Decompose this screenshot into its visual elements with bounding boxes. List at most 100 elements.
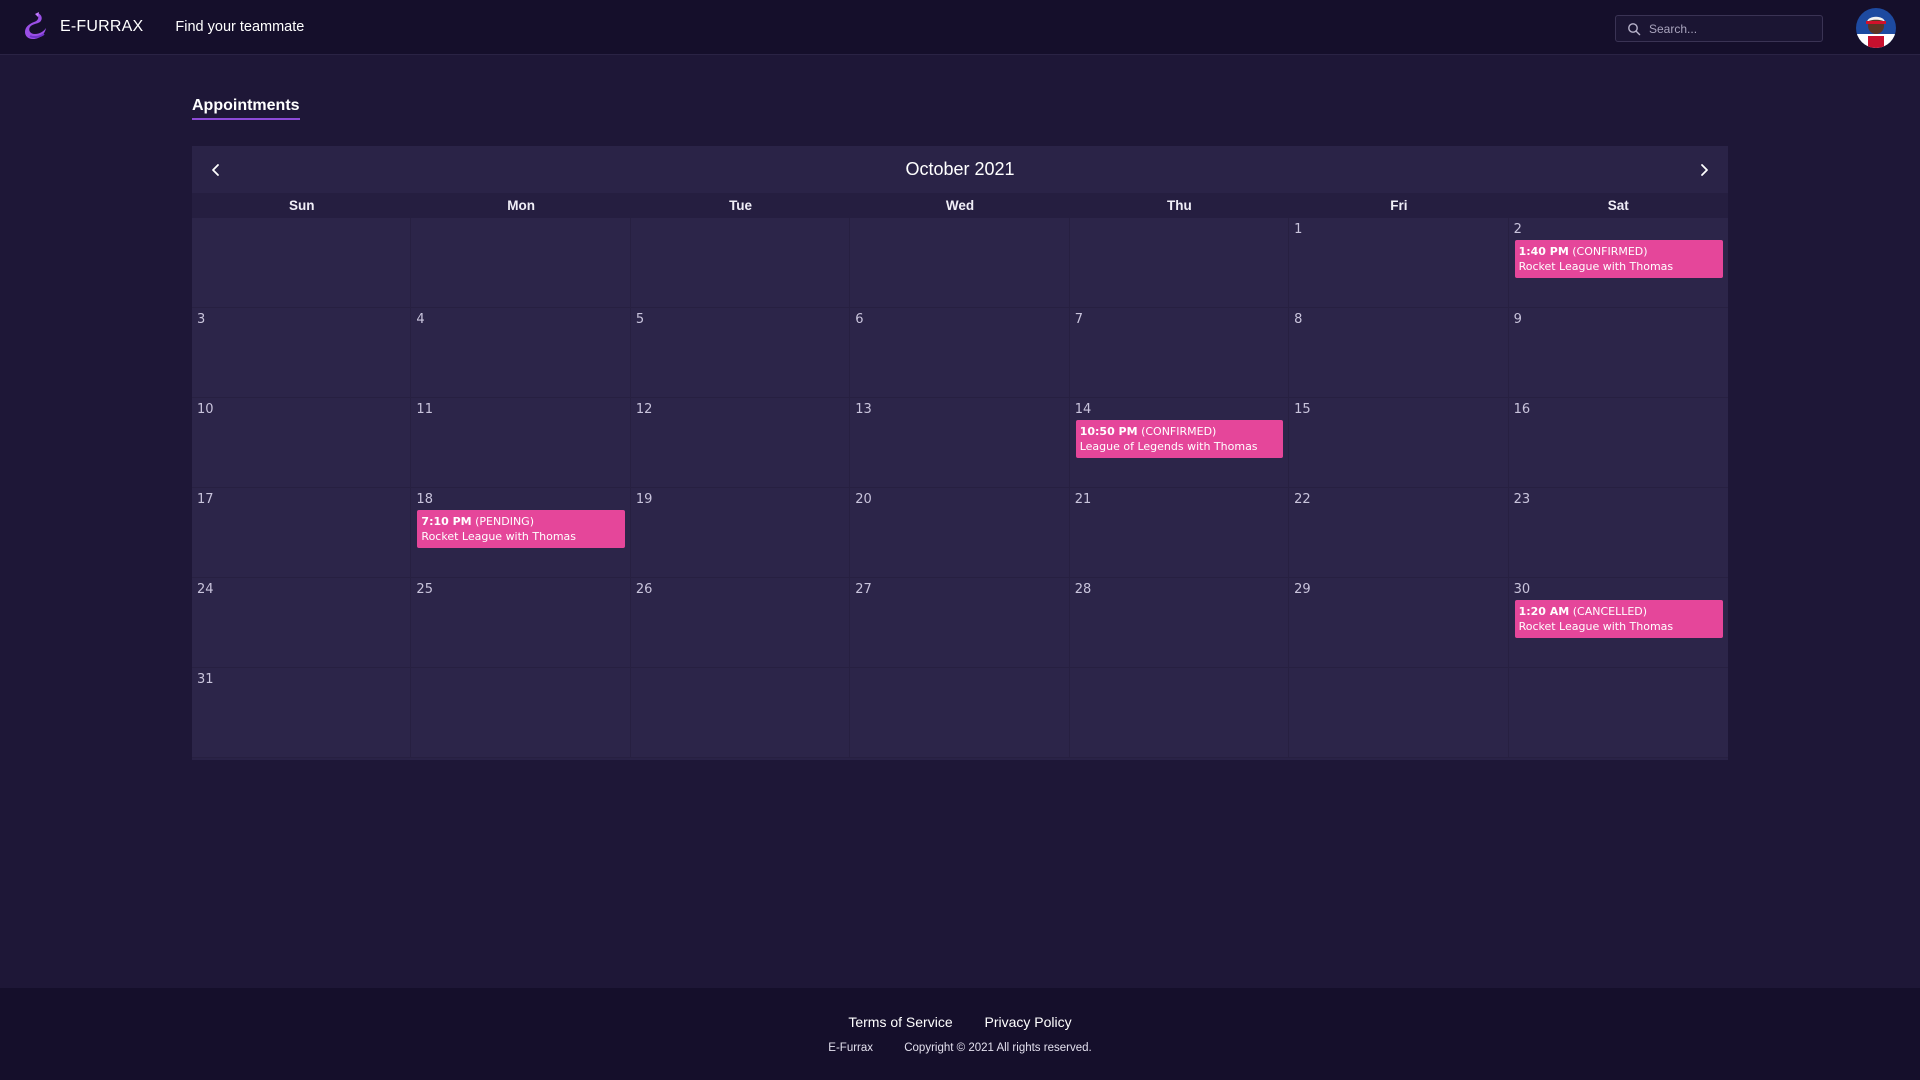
search-box[interactable] [1615, 15, 1823, 42]
calendar-day-27[interactable]: 27 [850, 578, 1070, 668]
event-status: (CONFIRMED) [1572, 245, 1648, 258]
day-number: 6 [855, 312, 864, 327]
calendar-day-9[interactable]: 9 [1508, 308, 1728, 398]
copyright-text: Copyright © 2021 All rights reserved. [904, 1042, 1092, 1054]
day-number: 3 [197, 312, 206, 327]
calendar-day-20[interactable]: 20 [850, 488, 1070, 578]
calendar-day-25[interactable]: 25 [411, 578, 631, 668]
day-number: 27 [855, 582, 872, 597]
calendar-day-10[interactable]: 10 [192, 398, 412, 488]
page-title: Appointments [192, 97, 300, 120]
weekday-label: Fri [1390, 198, 1408, 213]
day-number: 28 [1074, 582, 1092, 597]
day-number: 19 [635, 492, 653, 507]
calendar: October 2021 Sun Mon Tue Wed Thu Fri Sat 1 2 1:4… [192, 146, 1728, 760]
day-number: 15 [1294, 402, 1311, 417]
calendar-day-16[interactable]: 16 [1508, 398, 1728, 488]
calendar-day-5[interactable]: 5 [630, 308, 851, 398]
event-status: (CONFIRMED) [1141, 425, 1217, 438]
calendar-day-empty [1508, 668, 1728, 758]
calendar-day-17[interactable]: 17 [192, 488, 412, 578]
day-number: 10 [197, 402, 214, 417]
day-number: 9 [1513, 312, 1522, 327]
calendar-day-empty [192, 218, 412, 308]
weekday-label: Wed [945, 198, 975, 213]
day-number: 30 [1513, 582, 1531, 597]
day-number: 12 [635, 402, 653, 417]
weekday-label: Sun [288, 198, 315, 213]
appointment-event[interactable]: 1:20 AM (CANCELLED) Rocket League with Th… [1514, 600, 1723, 638]
next-month-button[interactable] [1694, 160, 1714, 180]
calendar-day-4[interactable]: 4 [411, 308, 631, 398]
privacy-policy-link[interactable]: Privacy Policy [985, 1014, 1072, 1030]
day-number: 8 [1294, 312, 1303, 327]
event-title: Rocket League with Thomas [421, 530, 577, 543]
event-title: Rocket League with Thomas [1518, 620, 1674, 633]
calendar-day-7[interactable]: 7 [1069, 308, 1290, 398]
search-input[interactable] [1649, 21, 1819, 36]
calendar-day-empty [630, 218, 851, 308]
day-number: 14 [1074, 402, 1092, 417]
user-avatar[interactable] [1856, 8, 1896, 48]
calendar-month-label: October 2021 [905, 159, 1015, 179]
calendar-day-31[interactable]: 31 [192, 668, 412, 758]
calendar-day-6[interactable]: 6 [850, 308, 1070, 398]
calendar-day-30[interactable]: 30 1:20 AM (CANCELLED) Rocket League with … [1508, 578, 1728, 668]
calendar-day-empty [1069, 218, 1290, 308]
calendar-day-empty [411, 218, 631, 308]
calendar-day-21[interactable]: 21 [1069, 488, 1290, 578]
calendar-day-19[interactable]: 19 [630, 488, 851, 578]
event-time: 1:40 PM [1518, 245, 1569, 258]
calendar-day-1[interactable]: 1 [1289, 218, 1509, 308]
search-icon [1628, 22, 1641, 35]
calendar-header: October 2021 [192, 146, 1728, 194]
day-number: 21 [1074, 492, 1092, 507]
appointment-event[interactable]: 1:40 PM (CONFIRMED) Rocket League with Th… [1514, 240, 1723, 278]
day-number: 20 [855, 492, 872, 507]
calendar-day-13[interactable]: 13 [850, 398, 1070, 488]
calendar-day-3[interactable]: 3 [192, 308, 412, 398]
weekday-header: Sun Mon Tue Wed Thu Fri Sat [192, 194, 1728, 218]
calendar-day-24[interactable]: 24 [192, 578, 412, 668]
day-number: 23 [1513, 492, 1531, 507]
calendar-day-23[interactable]: 23 [1508, 488, 1728, 578]
appointment-event[interactable]: 10:50 PM (CONFIRMED) League of Legends wi… [1075, 420, 1284, 458]
weekday-label: Sat [1607, 198, 1629, 213]
calendar-day-2[interactable]: 2 1:40 PM (CONFIRMED) Rocket League with T… [1508, 218, 1728, 308]
previous-month-button[interactable] [206, 160, 226, 180]
calendar-day-14[interactable]: 14 10:50 PM (CONFIRMED) League of Legends … [1069, 398, 1290, 488]
footer-bottom: E-Furrax Copyright © 2021 All rights res… [0, 1042, 1920, 1054]
weekday-label: Thu [1167, 198, 1192, 213]
calendar-day-15[interactable]: 15 [1289, 398, 1509, 488]
calendar-day-18[interactable]: 18 7:10 PM (PENDING) Rocket League with Th… [411, 488, 631, 578]
event-time: 7:10 PM [421, 515, 472, 528]
terms-of-service-link[interactable]: Terms of Service [848, 1014, 952, 1030]
brand-home-link[interactable]: E-FURRAX [22, 11, 143, 43]
calendar-day-12[interactable]: 12 [630, 398, 851, 488]
event-status: (CANCELLED) [1572, 605, 1648, 618]
appointment-event[interactable]: 7:10 PM (PENDING) Rocket League with Thom… [417, 510, 625, 548]
day-number: 16 [1513, 402, 1531, 417]
calendar-day-empty [850, 668, 1070, 758]
day-number: 4 [416, 312, 425, 327]
calendar-day-empty [630, 668, 851, 758]
weekday-label: Mon [507, 198, 535, 213]
calendar-day-11[interactable]: 11 [411, 398, 631, 488]
calendar-day-28[interactable]: 28 [1069, 578, 1290, 668]
calendar-day-22[interactable]: 22 [1289, 488, 1509, 578]
calendar-day-8[interactable]: 8 [1289, 308, 1509, 398]
calendar-day-empty [411, 668, 631, 758]
event-time-line: 1:20 AM (CANCELLED) [1519, 604, 1719, 619]
event-time-line: 1:40 PM (CONFIRMED) [1519, 244, 1719, 259]
calendar-grid: 1 2 1:40 PM (CONFIRMED) Rocket League with … [192, 218, 1728, 760]
event-status: (PENDING) [475, 515, 534, 528]
calendar-day-29[interactable]: 29 [1289, 578, 1509, 668]
nav-find-teammate-link[interactable]: Find your teammate [175, 19, 304, 35]
day-number: 1 [1294, 222, 1303, 237]
event-title: Rocket League with Thomas [1518, 260, 1674, 273]
calendar-day-26[interactable]: 26 [630, 578, 851, 668]
dragon-logo-icon [25, 12, 46, 39]
day-number: 25 [416, 582, 433, 597]
day-number: 31 [197, 672, 214, 687]
event-time-line: 7:10 PM (PENDING) [421, 514, 620, 529]
